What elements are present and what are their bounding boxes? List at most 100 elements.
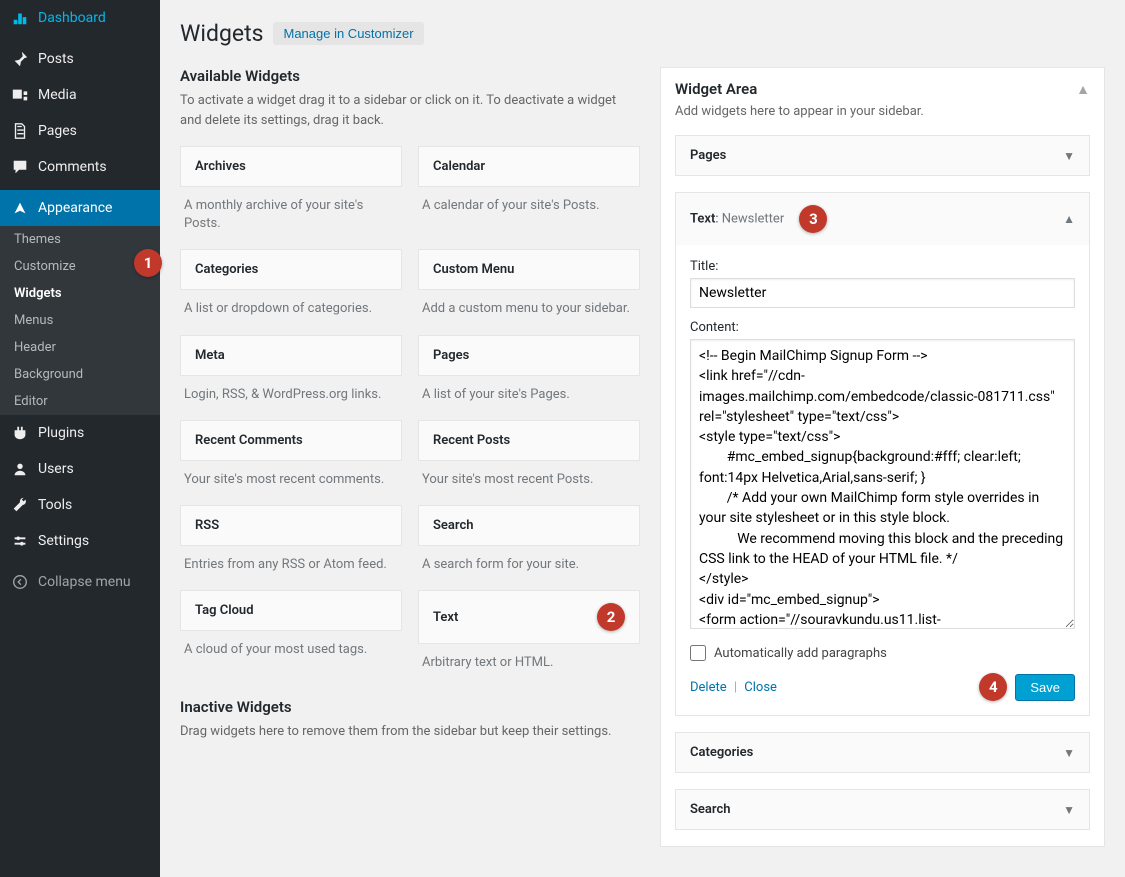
available-widget-meta[interactable]: Meta — [180, 335, 402, 376]
manage-customizer-button[interactable]: Manage in Customizer — [273, 22, 423, 45]
available-widget-recent-comments[interactable]: Recent Comments — [180, 420, 402, 461]
available-widget-calendar[interactable]: Calendar — [418, 146, 640, 187]
submenu-item-editor[interactable]: Editor — [0, 388, 160, 415]
close-link[interactable]: Close — [744, 680, 777, 695]
sidebar-label: Posts — [38, 51, 74, 67]
sidebar-item-dashboard[interactable]: Dashboard — [0, 0, 160, 36]
sidebar-item-settings[interactable]: Settings — [0, 523, 160, 559]
submenu-item-themes[interactable]: Themes — [0, 226, 160, 253]
widget-description: A calendar of your site's Posts. — [418, 187, 640, 231]
sidebar-label: Appearance — [38, 200, 112, 216]
submenu-item-customize[interactable]: Customize 1 — [0, 253, 160, 280]
widget-name: RSS — [195, 518, 219, 533]
widget-name: Calendar — [433, 159, 485, 174]
sidebar-item-users[interactable]: Users — [0, 451, 160, 487]
users-icon — [10, 459, 30, 479]
available-widget-tag-cloud[interactable]: Tag Cloud — [180, 590, 402, 631]
tools-icon — [10, 495, 30, 515]
comments-icon — [10, 157, 30, 177]
widget-name: Text — [433, 610, 458, 625]
media-icon — [10, 85, 30, 105]
widget-name: Categories — [195, 262, 258, 277]
widget-area-desc: Add widgets here to appear in your sideb… — [675, 104, 1090, 119]
available-widgets-desc: To activate a widget drag it to a sideba… — [180, 91, 640, 130]
delete-link[interactable]: Delete — [690, 680, 727, 695]
widget-area-header[interactable]: Widget Area ▲ — [675, 80, 1090, 98]
widget-name: Meta — [195, 348, 225, 363]
available-widget-pages[interactable]: Pages — [418, 335, 640, 376]
sidebar-item-plugins[interactable]: Plugins — [0, 415, 160, 451]
placed-widget-name: Pages — [690, 148, 726, 163]
available-widget-custom-menu[interactable]: Custom Menu — [418, 249, 640, 290]
save-button[interactable]: Save — [1015, 674, 1075, 701]
widget-name: Custom Menu — [433, 262, 514, 277]
sidebar-label: Pages — [38, 123, 77, 139]
submenu-item-widgets[interactable]: Widgets — [0, 280, 160, 307]
submenu-item-background[interactable]: Background — [0, 361, 160, 388]
pin-icon — [10, 49, 30, 69]
sidebar-item-posts[interactable]: Posts — [0, 41, 160, 77]
widget-description: Arbitrary text or HTML. — [418, 644, 640, 688]
badge-3: 3 — [799, 205, 827, 233]
sidebar-item-collapse[interactable]: Collapse menu — [0, 564, 160, 600]
caret-down-icon: ▼ — [1063, 746, 1075, 760]
admin-sidebar: Dashboard Posts Media Pages Comments App… — [0, 0, 160, 877]
autop-label: Automatically add paragraphs — [714, 646, 887, 661]
widget-description: A list or dropdown of categories. — [180, 290, 402, 334]
submenu-item-header[interactable]: Header — [0, 334, 160, 361]
available-widget-recent-posts[interactable]: Recent Posts — [418, 420, 640, 461]
available-widget-categories[interactable]: Categories — [180, 249, 402, 290]
sidebar-label: Tools — [38, 497, 72, 513]
dashboard-icon — [10, 8, 30, 28]
available-widgets-title: Available Widgets — [180, 67, 640, 85]
sidebar-label: Plugins — [38, 425, 84, 441]
badge-2: 2 — [597, 603, 625, 631]
inactive-widgets-desc: Drag widgets here to remove them from th… — [180, 722, 640, 742]
available-widget-archives[interactable]: Archives — [180, 146, 402, 187]
placed-widget-pages[interactable]: Pages ▼ — [675, 135, 1090, 176]
sidebar-item-comments[interactable]: Comments — [0, 149, 160, 185]
sidebar-item-pages[interactable]: Pages — [0, 113, 160, 149]
autop-checkbox[interactable] — [690, 645, 706, 661]
placed-widget-subtitle: Newsletter — [722, 211, 785, 226]
placed-widget-name: Search — [690, 802, 731, 817]
badge-4: 4 — [979, 673, 1007, 701]
plugins-icon — [10, 423, 30, 443]
sidebar-label: Media — [38, 87, 77, 103]
caret-down-icon: ▼ — [1063, 803, 1075, 817]
placed-widget-name: Text — [690, 211, 715, 226]
submenu-item-menus[interactable]: Menus — [0, 307, 160, 334]
sidebar-item-tools[interactable]: Tools — [0, 487, 160, 523]
widget-title-input[interactable] — [690, 278, 1075, 308]
placed-widget-name: Categories — [690, 745, 753, 760]
widget-description: A cloud of your most used tags. — [180, 631, 402, 675]
sidebar-label: Users — [38, 461, 74, 477]
widget-content-textarea[interactable] — [690, 339, 1075, 629]
widget-area-panel: Widget Area ▲ Add widgets here to appear… — [660, 67, 1105, 847]
available-widget-text[interactable]: Text 2 — [418, 590, 640, 644]
collapse-icon — [10, 572, 30, 592]
page-title: Widgets — [180, 20, 263, 47]
placed-widget-categories[interactable]: Categories ▼ — [675, 732, 1090, 773]
available-widget-rss[interactable]: RSS — [180, 505, 402, 546]
title-label: Title: — [690, 259, 1075, 274]
inactive-widgets-title: Inactive Widgets — [180, 698, 640, 716]
sidebar-label: Dashboard — [38, 10, 106, 26]
widget-name: Search — [433, 518, 474, 533]
placed-widget-search[interactable]: Search ▼ — [675, 789, 1090, 830]
available-widget-search[interactable]: Search — [418, 505, 640, 546]
sidebar-label: Collapse menu — [38, 574, 131, 590]
sidebar-label: Settings — [38, 533, 89, 549]
submenu-label: Customize — [14, 259, 76, 274]
caret-up-icon: ▲ — [1063, 212, 1075, 226]
main-content: Widgets Manage in Customizer Available W… — [160, 0, 1125, 877]
settings-icon — [10, 531, 30, 551]
content-label: Content: — [690, 320, 1075, 335]
sidebar-item-appearance[interactable]: Appearance — [0, 190, 160, 226]
widget-name: Recent Posts — [433, 433, 510, 448]
placed-widget-header[interactable]: Text: Newsletter 3 ▲ — [676, 193, 1089, 245]
pages-icon — [10, 121, 30, 141]
widget-description: A monthly archive of your site's Posts. — [180, 187, 402, 249]
widget-description: Your site's most recent Posts. — [418, 461, 640, 505]
sidebar-item-media[interactable]: Media — [0, 77, 160, 113]
